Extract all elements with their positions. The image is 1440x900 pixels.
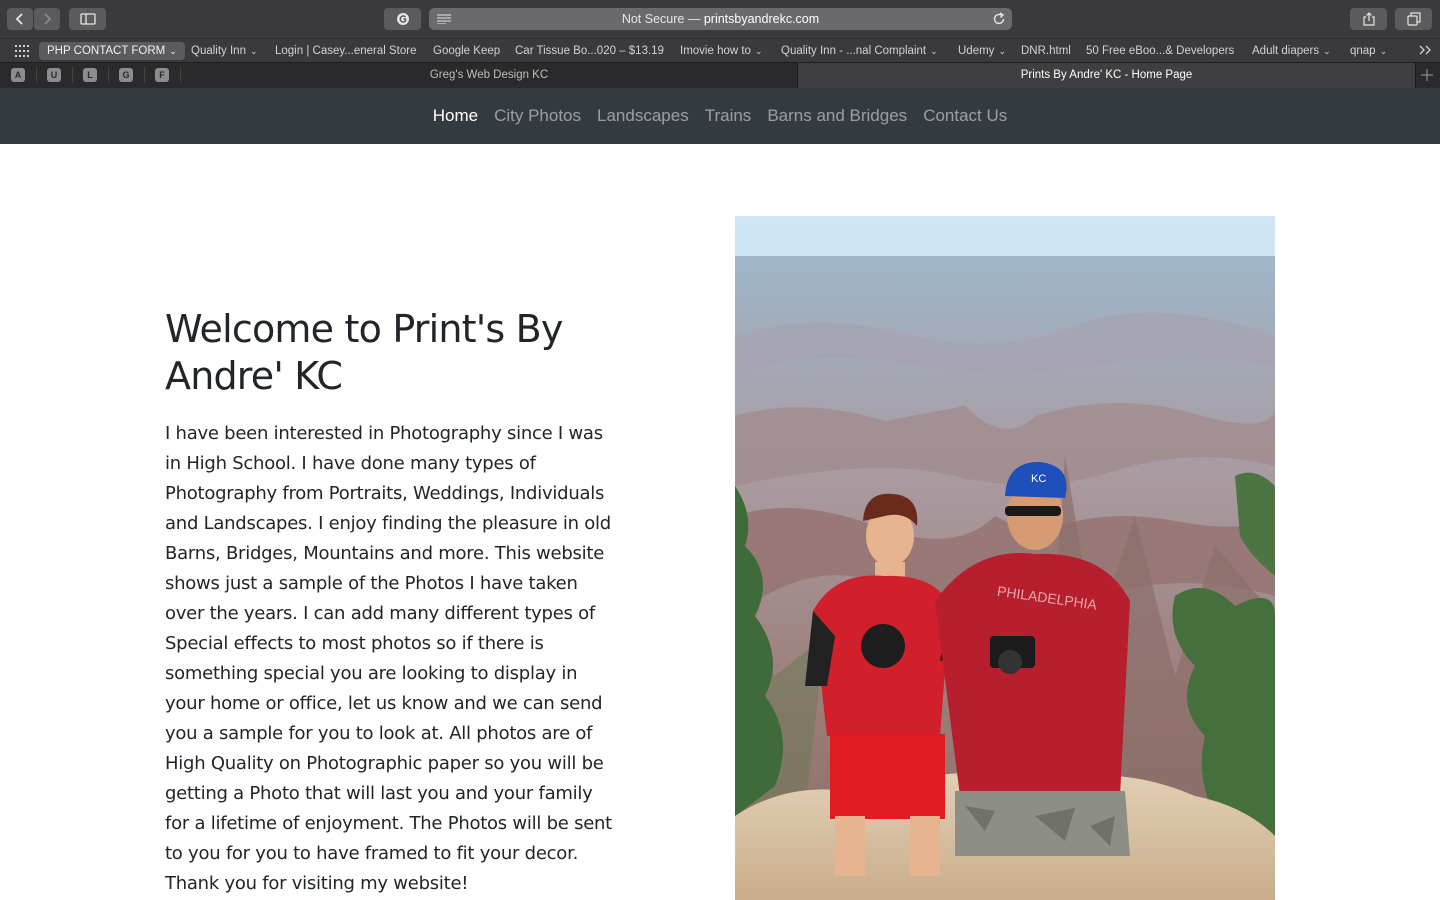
chevron-down-icon: ⌄ (169, 46, 177, 56)
share-icon (1362, 12, 1375, 26)
bookmark-label: Google Keep (433, 45, 501, 57)
grid-icon[interactable] (15, 45, 30, 57)
tab-prints-by-andre[interactable]: Prints By Andre' KC - Home Page (798, 63, 1415, 88)
bookmark-quality-inn[interactable]: Quality Inn ⌄ (191, 42, 258, 60)
nav-city-photos[interactable]: City Photos (486, 88, 589, 144)
tab-gregs-web-design[interactable]: Greg's Web Design KC (181, 63, 797, 88)
url-domain: printsbyandrekc.com (703, 12, 820, 26)
nav-home[interactable]: Home (425, 88, 486, 144)
pinned-tab-f[interactable]: F (155, 68, 169, 82)
nav-landscapes[interactable]: Landscapes (589, 88, 697, 144)
page-title: Welcome to Print's By Andre' KC (165, 307, 563, 398)
back-button[interactable] (7, 8, 33, 30)
bookmark-dnr[interactable]: DNR.html (1021, 42, 1071, 60)
site-navbar: Home City Photos Landscapes Trains Barns… (0, 88, 1440, 144)
forward-button[interactable] (34, 8, 60, 30)
pinned-tab-l[interactable]: L (83, 68, 97, 82)
tab-overview-button[interactable] (1395, 8, 1432, 30)
bookmark-imovie[interactable]: Imovie how to ⌄ (680, 42, 763, 60)
new-tab-icon[interactable] (1421, 69, 1433, 81)
chevron-down-icon: ⌄ (249, 46, 258, 56)
bookmark-car-tissue[interactable]: Car Tissue Bo...020 – $13.19 (515, 42, 664, 60)
chevron-left-icon (15, 13, 23, 25)
tab-divider (108, 67, 109, 83)
tab-bar: A U L G F Greg's Web Design KC Prints By… (0, 62, 1440, 88)
nav-contact-us[interactable]: Contact Us (915, 88, 1015, 144)
address-bar[interactable]: Not Secure — printsbyandrekc.com (429, 8, 1012, 30)
chevron-right-icon (44, 13, 52, 25)
bookmark-free-ebooks[interactable]: 50 Free eBoo...& Developers (1086, 42, 1234, 60)
more-bookmarks-icon[interactable] (1419, 45, 1433, 55)
sidebar-icon (79, 13, 96, 25)
nav-trains[interactable]: Trains (697, 88, 760, 144)
grand-canyon-photo-illustration: KC PHILADELPHIA (735, 216, 1275, 900)
chevron-down-icon: ⌄ (998, 46, 1006, 56)
bookmark-label: Quality Inn - ...nal Complaint (781, 45, 927, 57)
share-button[interactable] (1350, 8, 1387, 30)
bookmark-label: Car Tissue Bo...020 – $13.19 (515, 45, 664, 57)
bookmark-label: Adult diapers (1252, 45, 1320, 57)
url-security-label: Not Secure — (621, 12, 701, 26)
pinned-tab-g[interactable]: G (119, 68, 133, 82)
tabs-icon (1406, 12, 1421, 26)
chevron-down-icon: ⌄ (930, 46, 938, 56)
bookmark-label: Login | Casey...eneral Store (275, 45, 417, 57)
bookmark-google-keep[interactable]: Google Keep (433, 42, 500, 60)
grammarly-icon (396, 13, 409, 25)
bookmark-qnap[interactable]: qnap ⌄ (1350, 42, 1387, 60)
intro-paragraph: I have been interested in Photography si… (165, 423, 612, 894)
hero-photo: KC PHILADELPHIA (735, 216, 1275, 900)
tab-divider (36, 67, 37, 83)
bookmark-label: Udemy (958, 45, 995, 57)
bookmark-label: PHP CONTACT FORM (47, 45, 166, 57)
nav-barns-and-bridges[interactable]: Barns and Bridges (759, 88, 915, 144)
sidebar-button[interactable] (69, 8, 106, 30)
url-text: Not Secure — printsbyandrekc.com (429, 8, 1012, 30)
bookmark-udemy[interactable]: Udemy ⌄ (958, 42, 1006, 60)
bookmark-label: DNR.html (1021, 45, 1071, 57)
bookmark-php-contact-form[interactable]: PHP CONTACT FORM ⌄ (39, 42, 185, 60)
tab-divider (1415, 63, 1416, 88)
chevron-down-icon: ⌄ (1323, 46, 1331, 56)
bookmark-label: 50 Free eBoo...& Developers (1086, 45, 1235, 57)
chevron-down-icon: ⌄ (1379, 46, 1388, 56)
bookmark-adult-diapers[interactable]: Adult diapers ⌄ (1252, 42, 1331, 60)
chevron-down-icon: ⌄ (754, 46, 763, 56)
bookmark-label: Imovie how to (680, 45, 751, 57)
pinned-tab-u[interactable]: U (47, 68, 61, 82)
bookmark-label: qnap (1350, 45, 1376, 57)
pinned-tab-a[interactable]: A (11, 68, 25, 82)
grammarly-extension-button[interactable] (384, 8, 421, 30)
bookmarks-bar: PHP CONTACT FORM ⌄ Quality Inn ⌄ Login | C… (0, 38, 1440, 62)
bookmark-caseys[interactable]: Login | Casey...eneral Store (275, 42, 417, 60)
browser-toolbar: Not Secure — printsbyandrekc.com (0, 0, 1440, 38)
bookmark-label: Quality Inn (191, 45, 246, 57)
main-content: Welcome to Print's By Andre' KC I have b… (0, 144, 1440, 900)
tab-divider (72, 67, 73, 83)
reload-icon[interactable] (992, 12, 1006, 26)
hat-logo: KC (1031, 473, 1046, 485)
tab-divider (144, 67, 145, 83)
bookmark-quality-inn-complaint[interactable]: Quality Inn - ...nal Complaint ⌄ (781, 42, 938, 60)
